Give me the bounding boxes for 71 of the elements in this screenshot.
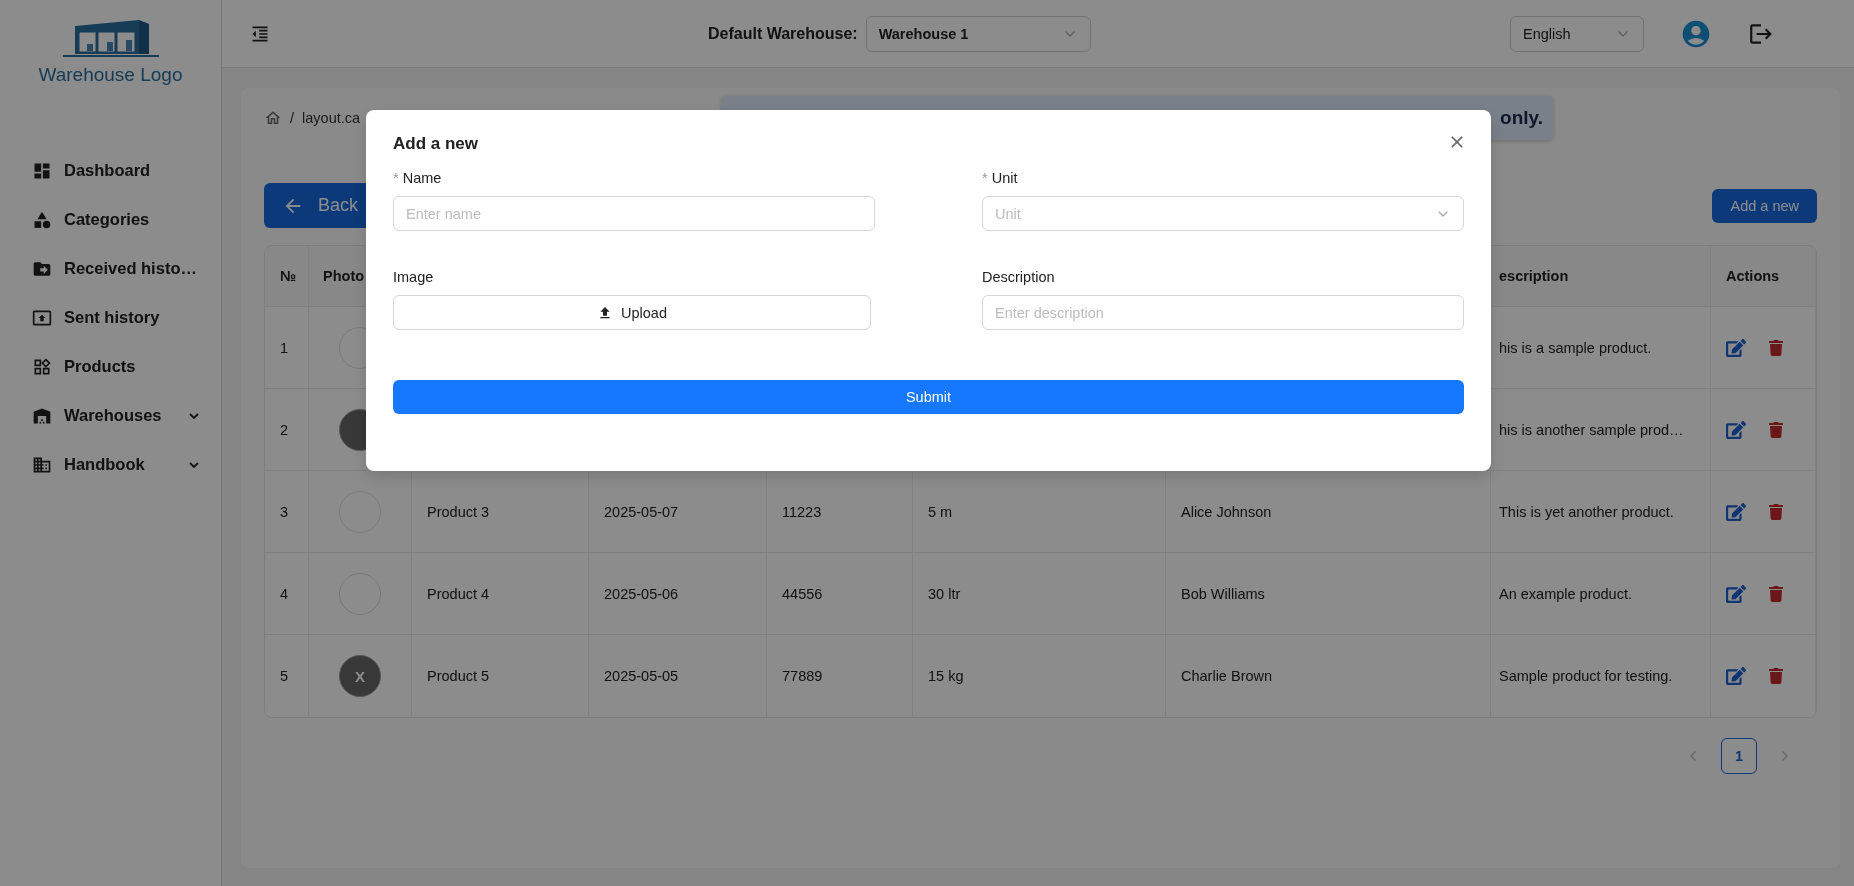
table-cell: Product 4 [427,585,490,602]
table-cell: 11223 [782,503,822,520]
table-cell: 1 [280,339,289,356]
column-header: Photo [323,268,365,284]
sidebar-item[interactable]: Categories [0,195,221,244]
breadcrumb-separator: / [290,110,295,126]
table-cell: 2025-05-07 [604,503,679,520]
language-select[interactable]: English [1510,15,1644,52]
trash-icon[interactable] [1768,503,1784,520]
warehouse-select[interactable]: Warehouse 1 [865,15,1091,52]
home-icon[interactable] [264,109,282,127]
notice-text: only. [1500,107,1543,129]
trash-icon[interactable] [1768,421,1784,438]
field-label: * Name [393,169,443,188]
table-cell: This is yet another product. [1499,503,1674,520]
logo-text: Warehouse Logo [38,64,183,86]
field-label: * Unit [982,169,1019,188]
table-cell: Sample product for testing. [1499,668,1673,684]
dialog-title: Add a new [393,134,478,155]
sidebar-item[interactable]: Dashboard [0,146,221,195]
table-cell: Product 3 [427,503,490,520]
trash-icon[interactable] [1768,668,1784,684]
table-cell: 5 m [928,503,953,520]
sidebar-item[interactable]: Handbook [0,440,221,489]
table-cell: 2025-05-05 [604,668,679,684]
grid-icon [32,356,52,377]
x-mark: X [355,667,365,685]
edit-icon[interactable] [1726,666,1746,686]
table-cell: 44556 [782,585,823,602]
add-button[interactable]: Add a new [1712,188,1817,223]
column-header: escription [1499,268,1569,284]
table-cell: An example product. [1499,585,1632,602]
table-cell: 30 ltr [928,585,961,602]
sidebar-item[interactable]: Products [0,342,221,391]
edit-icon[interactable] [1726,583,1746,604]
table-cell: Bob Williams [1181,585,1265,602]
warehouse-label: Default Warehouse: [708,24,858,43]
upload-button[interactable]: Upload [393,295,871,330]
chevron-icon [189,461,199,468]
field-label: Image [393,268,435,287]
sidebar-item[interactable]: Warehouses [0,391,221,440]
column-header: № [280,268,297,284]
table-cell: 4 [280,585,289,602]
upload-icon [597,304,613,321]
table-cell: 77889 [782,668,823,684]
edit-icon[interactable] [1726,419,1746,440]
column-header: Actions [1726,268,1780,284]
table-cell: 2025-05-06 [604,585,679,602]
page-button[interactable]: 1 [1721,738,1757,774]
edit-icon[interactable] [1726,501,1746,522]
table-cell: his is another sample prod… [1499,421,1684,438]
field-label: Description [982,268,1056,287]
chevron-icon [189,412,199,419]
sidebar-item[interactable]: Sent history [0,293,221,342]
input-field[interactable]: Enter name [393,196,875,231]
edit-icon[interactable] [1726,337,1746,358]
submit-button[interactable]: Submit [393,380,1464,414]
sidebar-item[interactable]: Received histo… [0,244,221,293]
table-cell: 2 [280,421,289,438]
shapes-icon [32,209,52,230]
table-cell: 15 kg [928,668,964,684]
table-cell: 3 [280,503,289,520]
table-cell: Product 5 [427,668,490,684]
trash-icon[interactable] [1768,585,1784,602]
breadcrumb-link[interactable]: layout.ca [302,110,361,126]
table-cell: 5 [280,668,289,684]
trash-icon[interactable] [1768,339,1784,356]
input-field[interactable]: Enter description [982,295,1464,330]
table-cell: his is a sample product. [1499,339,1652,356]
table-cell: Alice Johnson [1181,503,1272,520]
table-cell: Charlie Brown [1181,668,1273,684]
